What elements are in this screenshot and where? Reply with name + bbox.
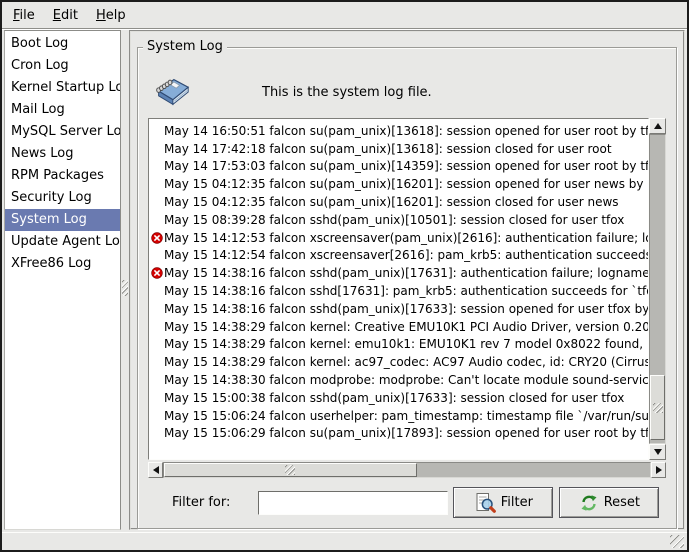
sidebar-item-rpm-packages[interactable]: RPM Packages [5, 165, 120, 187]
sidebar-item-security-log[interactable]: Security Log [5, 187, 120, 209]
log-line-text: May 15 14:38:16 falcon sshd(pam_unix)[17… [164, 302, 648, 316]
menu-edit[interactable]: Edit [44, 5, 87, 26]
log-line-text: May 15 15:06:24 falcon userhelper: pam_t… [164, 409, 648, 423]
log-line-text: May 15 14:38:30 falcon modprobe: modprob… [164, 373, 648, 387]
filter-label: Filter for: [172, 495, 230, 510]
filter-button[interactable]: Filter [453, 487, 553, 518]
system-log-frame: System Log [137, 47, 677, 529]
menu-help[interactable]: Help [87, 5, 135, 26]
arrow-right-icon [656, 466, 662, 474]
log-line[interactable]: May 14 16:50:51 falcon su(pam_unix)[1361… [151, 122, 648, 140]
log-line[interactable]: May 15 14:38:16 falcon sshd(pam_unix)[17… [151, 300, 648, 318]
log-line-text: May 14 17:53:03 falcon su(pam_unix)[1435… [164, 159, 648, 173]
log-line[interactable]: May 14 17:42:18 falcon su(pam_unix)[1361… [151, 140, 648, 158]
notebook-icon [150, 72, 192, 112]
log-line-text: May 15 14:38:16 falcon sshd[17631]: pam_… [164, 284, 648, 298]
sidebar-item-system-log[interactable]: System Log [5, 209, 120, 231]
log-line[interactable]: May 14 17:53:03 falcon su(pam_unix)[1435… [151, 158, 648, 176]
arrow-up-icon [654, 123, 662, 129]
log-viewer-window: FileEditHelp Boot LogCron LogKernel Star… [0, 0, 689, 552]
search-document-icon [474, 492, 496, 514]
sidebar-item-mail-log[interactable]: Mail Log [5, 99, 120, 121]
frame-header: This is the system log file. [148, 66, 666, 118]
sidebar-item-update-agent-log[interactable]: Update Agent Log [5, 231, 120, 253]
reset-button-label: Reset [604, 495, 640, 510]
log-line[interactable]: May 15 14:12:53 falcon xscreensaver(pam_… [151, 229, 648, 247]
scroll-down-button[interactable] [649, 444, 666, 460]
error-icon [151, 232, 164, 244]
menubar: FileEditHelp [2, 2, 687, 29]
content-area: Boot LogCron LogKernel Startup LogMail L… [2, 29, 687, 532]
log-line-text: May 15 15:06:29 falcon su(pam_unix)[1789… [164, 426, 648, 440]
sidebar-log-list: Boot LogCron LogKernel Startup LogMail L… [4, 30, 121, 530]
log-line-text: May 15 08:39:28 falcon sshd(pam_unix)[10… [164, 213, 624, 227]
log-line-text: May 15 04:12:35 falcon su(pam_unix)[1620… [164, 177, 648, 191]
scroll-left-button[interactable] [148, 462, 163, 478]
log-line[interactable]: May 15 04:12:35 falcon su(pam_unix)[1620… [151, 193, 648, 211]
sidebar-item-mysql-server-log[interactable]: MySQL Server Log [5, 121, 120, 143]
pane-splitter[interactable] [121, 30, 129, 530]
scroll-right-button[interactable] [651, 462, 666, 478]
log-line-text: May 15 15:00:38 falcon sshd(pam_unix)[17… [164, 391, 624, 405]
log-line[interactable]: May 15 14:38:29 falcon kernel: emu10k1: … [151, 336, 648, 354]
log-line[interactable]: May 15 15:06:29 falcon su(pam_unix)[1789… [151, 425, 648, 443]
log-line-text: May 14 16:50:51 falcon su(pam_unix)[1361… [164, 124, 648, 138]
refresh-icon [579, 493, 599, 513]
splitter-grip-icon [122, 280, 128, 296]
log-line[interactable]: May 15 15:00:38 falcon sshd(pam_unix)[17… [151, 389, 648, 407]
vertical-scrollbar[interactable] [649, 118, 666, 460]
log-line[interactable]: May 15 04:12:35 falcon su(pam_unix)[1620… [151, 175, 648, 193]
menu-file[interactable]: File [4, 5, 44, 26]
log-list: May 14 16:50:51 falcon su(pam_unix)[1361… [148, 118, 649, 460]
log-line-text: May 15 14:12:53 falcon xscreensaver(pam_… [164, 231, 648, 245]
filter-bar: Filter for: [148, 487, 666, 518]
log-line[interactable]: May 15 14:12:54 falcon xscreensaver[2616… [151, 247, 648, 265]
log-line[interactable]: May 15 14:38:29 falcon kernel: ac97_code… [151, 353, 648, 371]
horizontal-scroll-trough[interactable] [163, 462, 651, 478]
log-line[interactable]: May 15 08:39:28 falcon sshd(pam_unix)[10… [151, 211, 648, 229]
log-description: This is the system log file. [262, 85, 432, 100]
vertical-scroll-trough[interactable] [649, 134, 666, 444]
thumb-grip-icon [653, 403, 663, 413]
log-line[interactable]: May 15 14:38:16 falcon sshd(pam_unix)[17… [151, 264, 648, 282]
horizontal-scroll-thumb[interactable] [164, 463, 417, 477]
log-line[interactable]: May 15 14:38:29 falcon kernel: Creative … [151, 318, 648, 336]
reset-button[interactable]: Reset [559, 487, 659, 518]
sidebar-item-kernel-startup-log[interactable]: Kernel Startup Log [5, 77, 120, 99]
log-line-text: May 15 14:38:29 falcon kernel: ac97_code… [164, 355, 648, 369]
main-panel: System Log [129, 30, 685, 530]
arrow-left-icon [153, 466, 159, 474]
log-line-text: May 14 17:42:18 falcon su(pam_unix)[1361… [164, 142, 612, 156]
filter-input[interactable] [258, 491, 448, 515]
frame-title: System Log [143, 39, 227, 54]
sidebar-item-cron-log[interactable]: Cron Log [5, 55, 120, 77]
sidebar-item-news-log[interactable]: News Log [5, 143, 120, 165]
log-line-text: May 15 04:12:35 falcon su(pam_unix)[1620… [164, 195, 619, 209]
vertical-scroll-thumb[interactable] [650, 375, 665, 440]
status-bar [2, 532, 687, 550]
log-line[interactable]: May 15 14:38:16 falcon sshd[17631]: pam_… [151, 282, 648, 300]
resize-grip[interactable] [670, 535, 684, 548]
filter-button-label: Filter [501, 495, 533, 510]
arrow-down-icon [654, 449, 662, 455]
log-scroll-window: May 14 16:50:51 falcon su(pam_unix)[1361… [148, 118, 666, 478]
log-line-text: May 15 14:12:54 falcon xscreensaver[2616… [164, 248, 648, 262]
log-line-text: May 15 14:38:29 falcon kernel: Creative … [164, 320, 648, 334]
log-line-text: May 15 14:38:29 falcon kernel: emu10k1: … [164, 337, 648, 351]
sidebar-item-boot-log[interactable]: Boot Log [5, 33, 120, 55]
thumb-grip-icon [285, 465, 295, 475]
log-line[interactable]: May 15 15:06:24 falcon userhelper: pam_t… [151, 407, 648, 425]
log-line[interactable]: May 15 14:38:30 falcon modprobe: modprob… [151, 371, 648, 389]
scroll-up-button[interactable] [649, 118, 666, 134]
log-line-text: May 15 14:38:16 falcon sshd(pam_unix)[17… [164, 266, 648, 280]
error-icon [151, 267, 164, 279]
horizontal-scrollbar[interactable] [148, 462, 666, 478]
sidebar-item-xfree86-log[interactable]: XFree86 Log [5, 253, 120, 275]
